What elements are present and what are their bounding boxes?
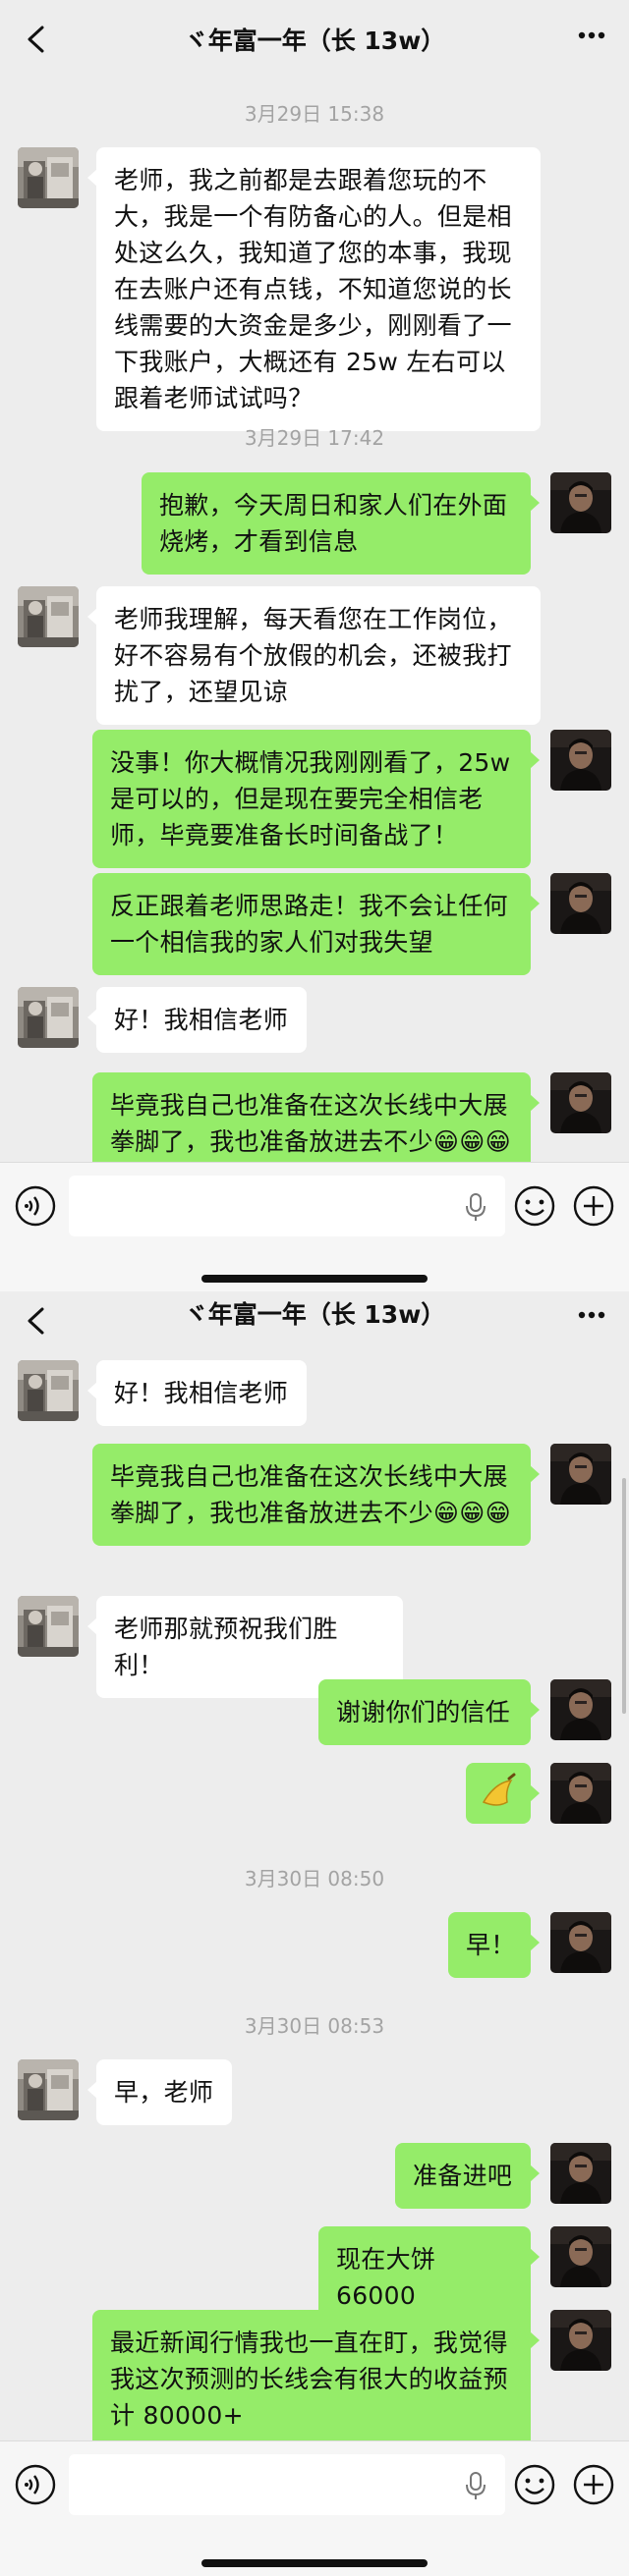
plus-icon[interactable] bbox=[572, 2463, 615, 2506]
voice-icon[interactable] bbox=[14, 1184, 57, 1228]
message-bubble-incoming[interactable]: 老师我理解，每天看您在工作岗位，好不容易有个放假的机会，还被我打扰了，还望见谅 bbox=[87, 586, 541, 725]
input-bar bbox=[0, 1162, 629, 1291]
avatar-student[interactable] bbox=[18, 586, 79, 647]
avatar-teacher[interactable] bbox=[550, 1444, 611, 1505]
more-dots-icon[interactable] bbox=[578, 1311, 605, 1319]
chat-header: ヾ年富一年（长 13w） bbox=[0, 1291, 629, 1348]
avatar-student[interactable] bbox=[18, 147, 79, 208]
home-indicator bbox=[201, 1275, 428, 1283]
message-bubble-outgoing[interactable]: 毕竟我自己也准备在这次长线中大展拳脚了，我也准备放进去不少😁😁😁 bbox=[92, 1444, 540, 1546]
avatar-teacher[interactable] bbox=[550, 873, 611, 934]
timestamp: 3月29日 17:42 bbox=[244, 426, 385, 450]
avatar-teacher[interactable] bbox=[550, 1763, 611, 1824]
avatar-student[interactable] bbox=[18, 1596, 79, 1657]
avatar-teacher[interactable] bbox=[550, 1072, 611, 1133]
message-bubble-outgoing[interactable]: 谢谢你们的信任 bbox=[318, 1679, 540, 1745]
timestamp: 3月29日 15:38 bbox=[244, 102, 385, 126]
emoji-icon[interactable] bbox=[513, 1184, 556, 1228]
avatar-student[interactable] bbox=[18, 1360, 79, 1421]
avatar-teacher[interactable] bbox=[550, 1679, 611, 1740]
message-bubble-outgoing[interactable]: 没事！你大概情况我刚刚看了，25w 是可以的，但是现在要完全相信老师，毕竟要准备… bbox=[92, 730, 540, 868]
chat-screen-2: ヾ年富一年（长 13w） 好！我相信老师 毕竟我自己也准备在这次长线中大展拳脚了… bbox=[0, 1291, 629, 2576]
avatar-teacher[interactable] bbox=[550, 472, 611, 533]
message-bubble-incoming[interactable]: 好！我相信老师 bbox=[87, 1360, 307, 1426]
avatar-teacher[interactable] bbox=[550, 1912, 611, 1973]
microphone-icon[interactable] bbox=[462, 1192, 489, 1222]
avatar-student[interactable] bbox=[18, 987, 79, 1048]
message-input[interactable] bbox=[69, 2454, 505, 2515]
emoji-icon[interactable] bbox=[513, 2463, 556, 2506]
banana-icon bbox=[482, 1773, 516, 1806]
message-bubble-outgoing[interactable]: 抱歉，今天周日和家人们在外面烧烤，才看到信息 bbox=[142, 472, 540, 575]
avatar-teacher[interactable] bbox=[550, 2226, 611, 2287]
message-bubble-incoming[interactable]: 好！我相信老师 bbox=[87, 987, 307, 1053]
message-bubble-incoming[interactable]: 早，老师 bbox=[87, 2059, 232, 2125]
message-bubble-outgoing[interactable] bbox=[466, 1763, 540, 1824]
chat-title: ヾ年富一年（长 13w） bbox=[183, 1300, 446, 1329]
avatar-teacher[interactable] bbox=[550, 730, 611, 791]
message-input[interactable] bbox=[69, 1176, 505, 1236]
message-bubble-outgoing[interactable]: 早！ bbox=[448, 1912, 540, 1978]
plus-icon[interactable] bbox=[572, 1184, 615, 1228]
voice-icon[interactable] bbox=[14, 2463, 57, 2506]
message-bubble-outgoing[interactable]: 最近新闻行情我也一直在盯，我觉得我这次预测的长线会有很大的收益预计 80000+ bbox=[92, 2310, 540, 2448]
message-bubble-outgoing[interactable]: 准备进吧 bbox=[395, 2143, 540, 2209]
avatar-student[interactable] bbox=[18, 2059, 79, 2120]
chat-title: ヾ年富一年（长 13w） bbox=[183, 27, 446, 55]
avatar-teacher[interactable] bbox=[550, 2143, 611, 2204]
chat-screen-1: ヾ年富一年（长 13w） 3月29日 15:38 老师，我之前都是去跟着您玩的不… bbox=[0, 0, 629, 1291]
chat-header: ヾ年富一年（长 13w） bbox=[0, 0, 629, 79]
message-bubble-outgoing[interactable]: 反正跟着老师思路走！我不会让任何一个相信我的家人们对我失望 bbox=[92, 873, 540, 975]
more-dots-icon[interactable] bbox=[578, 31, 605, 39]
home-indicator bbox=[201, 2559, 428, 2567]
scrollbar[interactable] bbox=[622, 1478, 626, 1714]
message-bubble-incoming[interactable]: 老师，我之前都是去跟着您玩的不大，我是一个有防备心的人。但是相处这么久，我知道了… bbox=[87, 147, 541, 431]
input-bar bbox=[0, 2440, 629, 2576]
microphone-icon[interactable] bbox=[462, 2471, 489, 2500]
avatar-teacher[interactable] bbox=[550, 2310, 611, 2371]
timestamp: 3月30日 08:50 bbox=[244, 1867, 385, 1891]
timestamp: 3月30日 08:53 bbox=[244, 2014, 385, 2038]
